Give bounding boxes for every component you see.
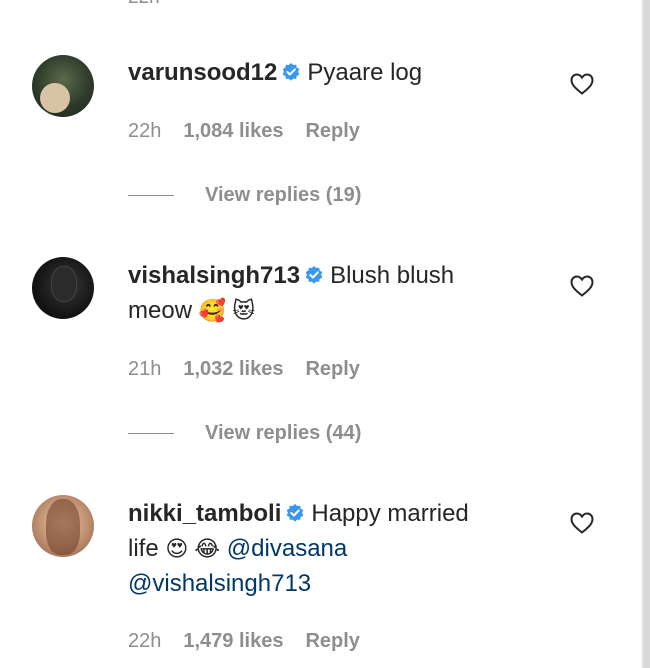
view-replies-button[interactable]: View replies (19) <box>128 184 361 207</box>
view-replies-label: View replies (19) <box>205 184 362 206</box>
comment-time[interactable]: 22h <box>128 120 161 142</box>
view-replies-label: View replies (44) <box>205 422 362 444</box>
comment-meta: 22h 1,479 likes Reply <box>128 630 360 653</box>
reply-button[interactable]: Reply <box>305 358 359 380</box>
avatar[interactable] <box>32 55 94 117</box>
verified-badge-icon <box>305 266 323 284</box>
mention-link[interactable]: @vishalsingh713 <box>128 570 311 597</box>
avatar[interactable] <box>32 257 94 319</box>
comment-body: nikki_tamboli Happy married life 😍 😂 @diva… <box>128 496 528 601</box>
comment-body: vishalsingh713 Blush blush meow 🥰 😻 <box>128 258 528 328</box>
comment-text-continued: meow <box>128 297 193 324</box>
comment-emoji: 😍 😂 <box>165 536 221 561</box>
comment-username[interactable]: nikki_tamboli <box>128 500 281 527</box>
view-replies-divider <box>128 195 174 197</box>
verified-badge-icon <box>287 504 304 522</box>
comment-text-continued: life <box>128 535 159 562</box>
heart-outline-icon[interactable] <box>570 275 594 297</box>
comment-meta: 22h 1,084 likes Reply <box>128 120 360 143</box>
comment-likes[interactable]: 1,479 likes <box>183 630 283 652</box>
comment-time[interactable]: 22h <box>128 630 161 652</box>
reply-button[interactable]: Reply <box>305 120 359 142</box>
comment-time[interactable]: 21h <box>128 358 161 380</box>
comment-username[interactable]: vishalsingh713 <box>128 262 300 289</box>
comment-meta: 21h 1,032 likes Reply <box>128 358 360 381</box>
mention-link[interactable]: @divasana <box>227 535 347 562</box>
comment-likes[interactable]: 1,084 likes <box>183 120 283 142</box>
view-replies-divider <box>128 433 174 435</box>
heart-outline-icon[interactable] <box>570 512 594 534</box>
comment-text: Happy married <box>311 500 469 527</box>
comment-text: Blush blush <box>330 262 455 289</box>
reply-button[interactable]: Reply <box>305 630 359 652</box>
comment-emoji: 🥰 😻 <box>198 298 256 323</box>
comment-username[interactable]: varunsood12 <box>128 59 277 86</box>
heart-outline-icon[interactable] <box>570 73 594 95</box>
comment-body: varunsood12 Pyaare log <box>128 55 528 90</box>
comment-likes[interactable]: 1,032 likes <box>183 358 283 380</box>
comment-text: Pyaare log <box>307 59 423 86</box>
previous-comment-timestamp: 22h <box>128 0 160 9</box>
verified-badge-icon <box>283 63 300 81</box>
scrollbar-track[interactable] <box>643 0 650 668</box>
view-replies-button[interactable]: View replies (44) <box>128 422 361 445</box>
avatar[interactable] <box>32 495 94 557</box>
